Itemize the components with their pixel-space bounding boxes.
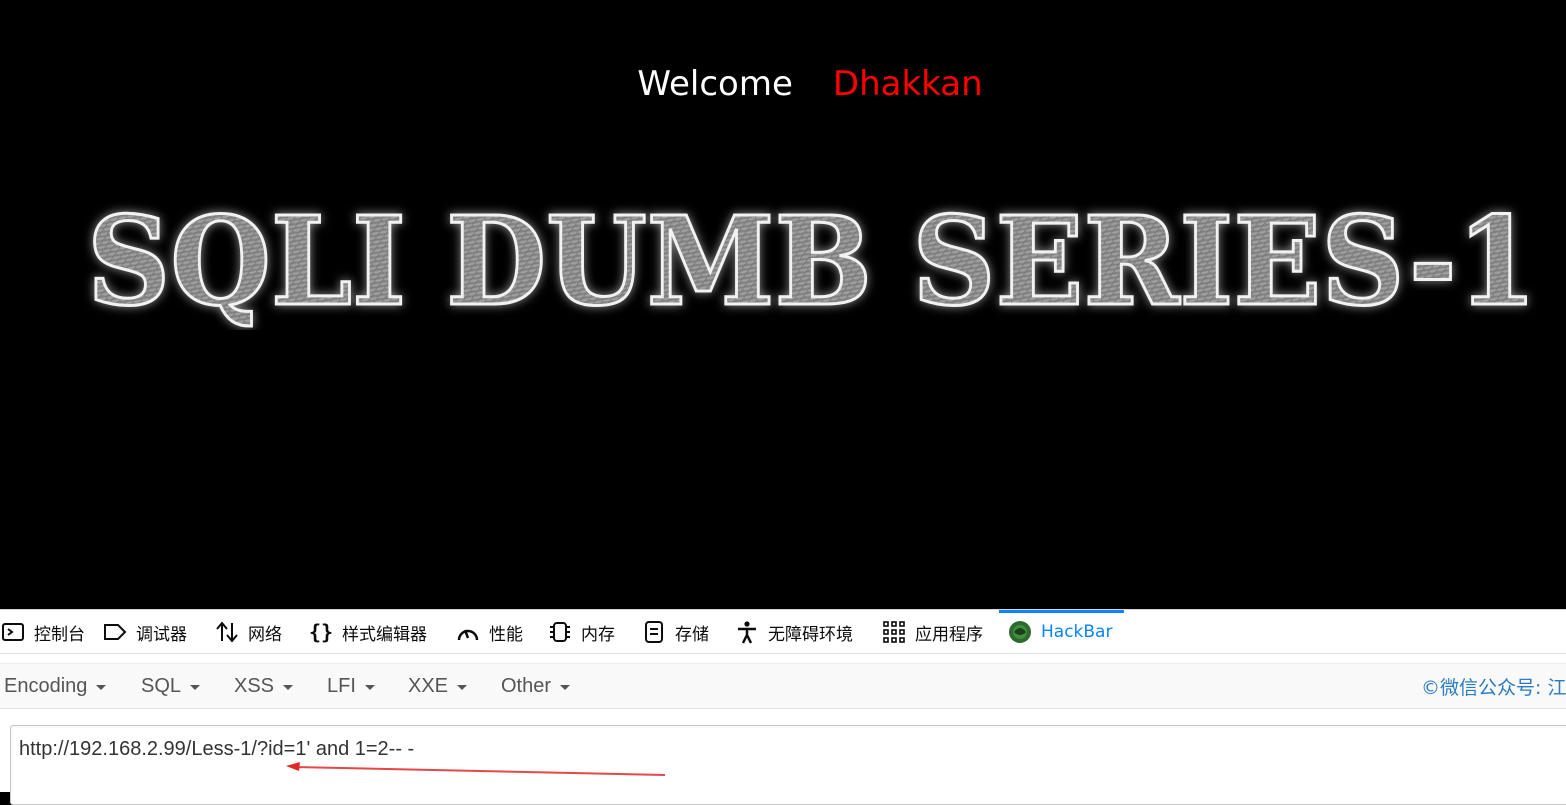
- caret-down-icon: [190, 685, 201, 690]
- devtools-panel: 控制台 调试器 网络 {} 样式编辑器 性能 内存 存储 无障碍环境 应用程序 …: [0, 609, 1566, 805]
- tab-application[interactable]: 应用程序: [881, 610, 983, 654]
- menu-xss-label: XSS: [234, 674, 275, 697]
- tab-storage[interactable]: 存储: [641, 610, 709, 654]
- caret-down-icon: [96, 685, 107, 690]
- hackbar-icon: [1007, 619, 1033, 645]
- menu-encoding[interactable]: Encoding: [4, 664, 107, 708]
- tab-debugger-label: 调试器: [136, 624, 187, 645]
- tab-console[interactable]: 控制台: [0, 610, 85, 654]
- caret-down-icon: [364, 685, 375, 690]
- sqli-dumb-series-banner: SQLI DUMB SERIES-1: [86, 200, 1539, 330]
- menu-xss[interactable]: XSS: [234, 664, 294, 708]
- watermark-text: ©微信公众号: 江: [1421, 676, 1566, 699]
- menu-xxe[interactable]: XXE: [408, 664, 468, 708]
- caret-down-icon: [283, 685, 294, 690]
- page-viewport: Welcome Dhakkan SQLI DUMB SERIES-1: [0, 0, 1566, 609]
- menu-other[interactable]: Other: [501, 664, 571, 708]
- welcome-name: Dhakkan: [832, 64, 983, 104]
- tab-application-label: 应用程序: [915, 624, 983, 645]
- tab-performance[interactable]: 性能: [455, 610, 523, 654]
- menu-lfi[interactable]: LFI: [327, 664, 375, 708]
- network-icon: [214, 619, 240, 645]
- banner-text: SQLI DUMB SERIES-1: [87, 200, 1537, 330]
- tab-storage-label: 存储: [675, 624, 709, 645]
- tab-memory-label: 内存: [581, 624, 615, 645]
- welcome-text: Welcome: [637, 64, 793, 104]
- url-textarea[interactable]: http://192.168.2.99/Less-1/?id=1' and 1=…: [10, 725, 1566, 805]
- application-icon: [881, 619, 907, 645]
- storage-icon: [641, 619, 667, 645]
- tab-hackbar-label: HackBar: [1041, 622, 1113, 642]
- devtools-tabbar: 控制台 调试器 网络 {} 样式编辑器 性能 内存 存储 无障碍环境 应用程序 …: [0, 609, 1566, 654]
- style-editor-icon: {}: [308, 620, 334, 644]
- tab-hackbar[interactable]: HackBar: [999, 610, 1125, 654]
- tab-memory[interactable]: 内存: [547, 610, 615, 654]
- caret-down-icon: [560, 685, 571, 690]
- tab-console-label: 控制台: [34, 624, 85, 645]
- tab-debugger[interactable]: 调试器: [102, 610, 187, 654]
- tab-accessibility[interactable]: 无障碍环境: [734, 610, 853, 654]
- menu-other-label: Other: [501, 674, 552, 697]
- caret-down-icon: [457, 685, 468, 690]
- menu-sql-label: SQL: [141, 674, 182, 697]
- console-icon: [0, 619, 26, 645]
- debugger-icon: [102, 619, 128, 645]
- performance-icon: [455, 619, 481, 645]
- hackbar-toolbar: Encoding SQL XSS LFI XXE Other ©微信公众号: 江: [0, 663, 1566, 709]
- menu-encoding-label: Encoding: [4, 674, 88, 697]
- menu-xxe-label: XXE: [408, 674, 449, 697]
- tab-style-editor[interactable]: {} 样式编辑器: [308, 610, 427, 654]
- tab-network[interactable]: 网络: [214, 610, 282, 654]
- accessibility-icon: [734, 619, 760, 645]
- tab-style-editor-label: 样式编辑器: [342, 624, 427, 645]
- annotation-arrow: [286, 762, 666, 776]
- tab-accessibility-label: 无障碍环境: [768, 624, 853, 645]
- menu-sql[interactable]: SQL: [141, 664, 201, 708]
- tab-network-label: 网络: [248, 624, 282, 645]
- tab-performance-label: 性能: [489, 624, 523, 645]
- welcome-line: Welcome Dhakkan: [0, 62, 1566, 106]
- menu-lfi-label: LFI: [327, 674, 356, 697]
- memory-icon: [547, 619, 573, 645]
